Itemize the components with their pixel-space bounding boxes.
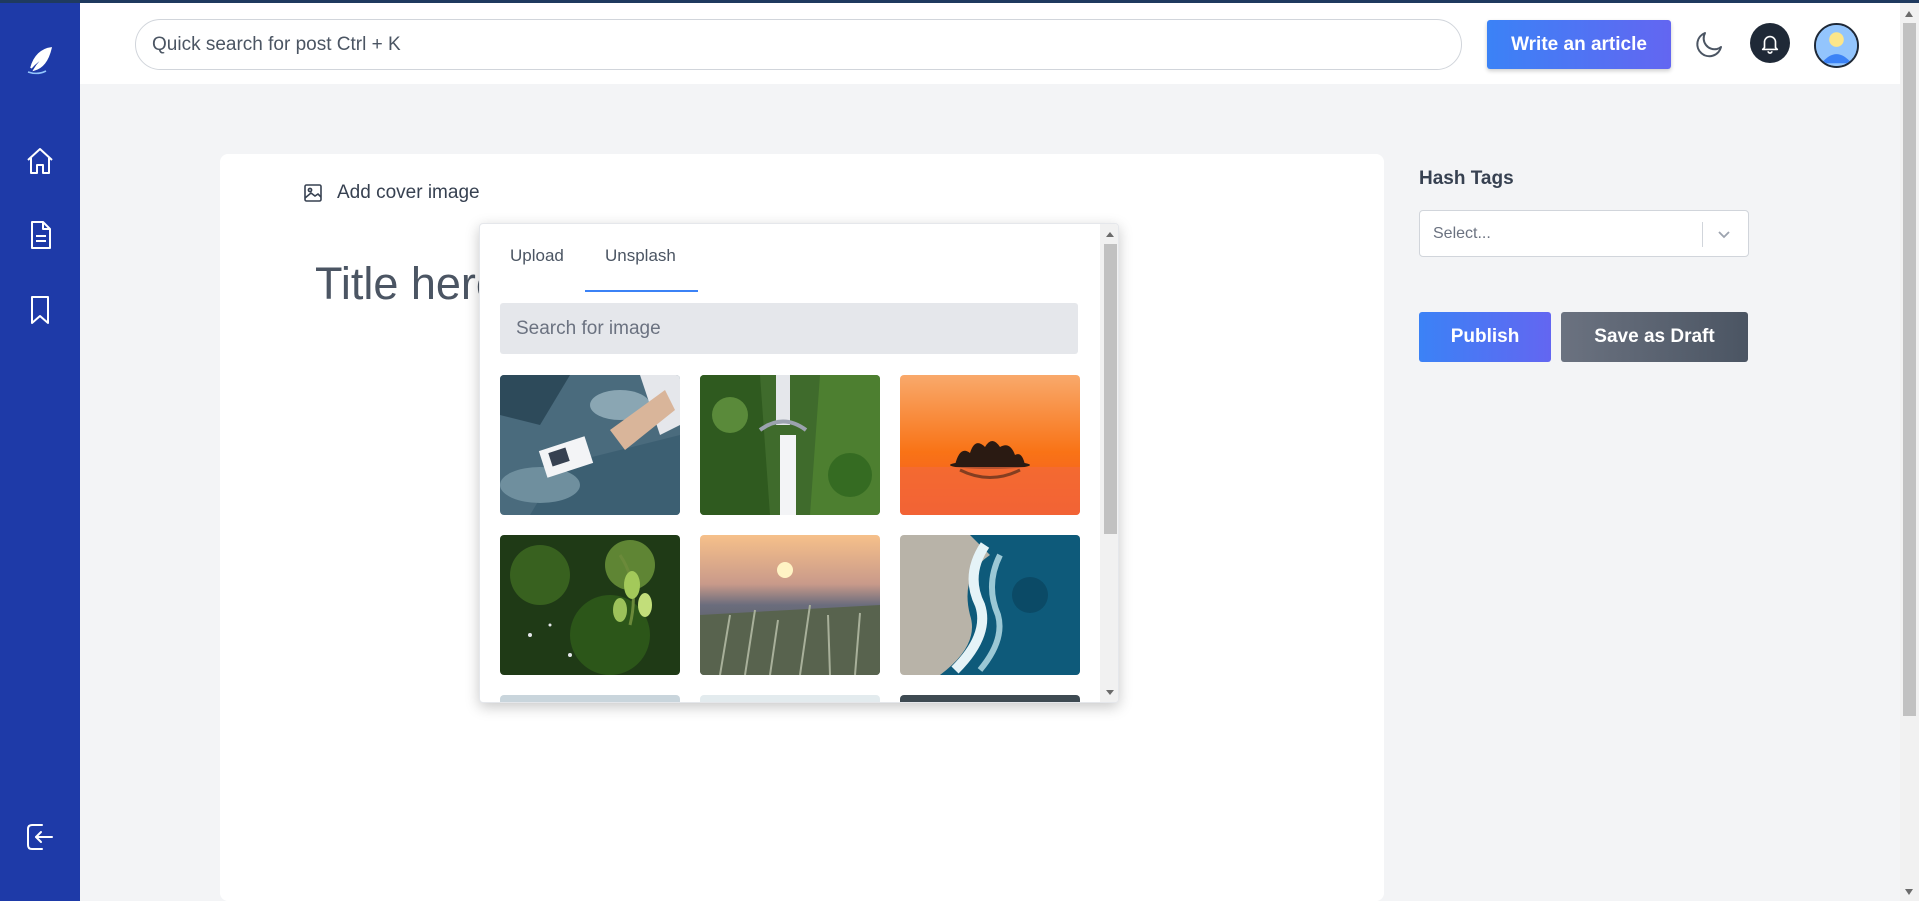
photo-green-leaves-icon[interactable]	[500, 535, 680, 675]
photo-grass-sunset-icon[interactable]	[700, 535, 880, 675]
photo-partial-icon[interactable]	[500, 695, 680, 702]
feather-logo-icon[interactable]	[20, 40, 60, 80]
add-cover-image-label: Add cover image	[337, 182, 480, 203]
hash-tags-label: Hash Tags	[1419, 168, 1514, 189]
scroll-down-arrow-icon[interactable]	[1106, 690, 1114, 695]
bell-icon[interactable]	[1750, 23, 1790, 63]
image-icon	[304, 184, 322, 202]
select-placeholder: Select...	[1433, 225, 1491, 242]
bookmark-icon[interactable]	[20, 290, 60, 330]
hash-tags-select[interactable]: Select...	[1419, 210, 1749, 257]
image-search-input[interactable]	[500, 303, 1078, 354]
publish-button[interactable]: Publish	[1419, 312, 1551, 362]
photo-hand-on-rocks-icon[interactable]	[500, 375, 680, 515]
photo-waterfall-icon[interactable]	[700, 375, 880, 515]
sidebar	[0, 3, 80, 901]
scroll-up-arrow-icon[interactable]	[1905, 11, 1913, 17]
scroll-up-arrow-icon[interactable]	[1106, 232, 1114, 237]
photo-partial-icon[interactable]	[700, 695, 880, 702]
image-picker-popover: Upload Unsplash	[479, 223, 1119, 703]
scroll-thumb[interactable]	[1903, 23, 1916, 716]
user-avatar-icon[interactable]	[1814, 23, 1859, 68]
photo-ocean-wave-icon[interactable]	[900, 535, 1080, 675]
save-draft-button[interactable]: Save as Draft	[1561, 312, 1748, 362]
logout-icon[interactable]	[20, 817, 60, 857]
home-icon[interactable]	[20, 141, 60, 181]
top-header: Write an article	[80, 3, 1900, 84]
add-cover-image-button[interactable]: Add cover image	[303, 182, 480, 204]
active-tab-indicator	[585, 290, 698, 292]
quick-search-input[interactable]	[135, 19, 1462, 70]
photo-partial-icon[interactable]	[900, 695, 1080, 702]
page-scrollbar[interactable]	[1900, 3, 1919, 901]
chevron-down-icon[interactable]	[1714, 224, 1734, 244]
document-icon[interactable]	[20, 215, 60, 255]
picker-scrollbar[interactable]	[1100, 224, 1118, 702]
tab-unsplash[interactable]: Unsplash	[605, 246, 676, 266]
moon-icon[interactable]	[1693, 27, 1727, 61]
photo-sunset-island-icon[interactable]	[900, 375, 1080, 515]
write-article-button[interactable]: Write an article	[1487, 20, 1671, 69]
select-separator	[1702, 222, 1703, 247]
scroll-down-arrow-icon[interactable]	[1905, 889, 1913, 895]
tab-upload[interactable]: Upload	[510, 246, 564, 266]
picker-scroll-thumb[interactable]	[1104, 244, 1117, 534]
